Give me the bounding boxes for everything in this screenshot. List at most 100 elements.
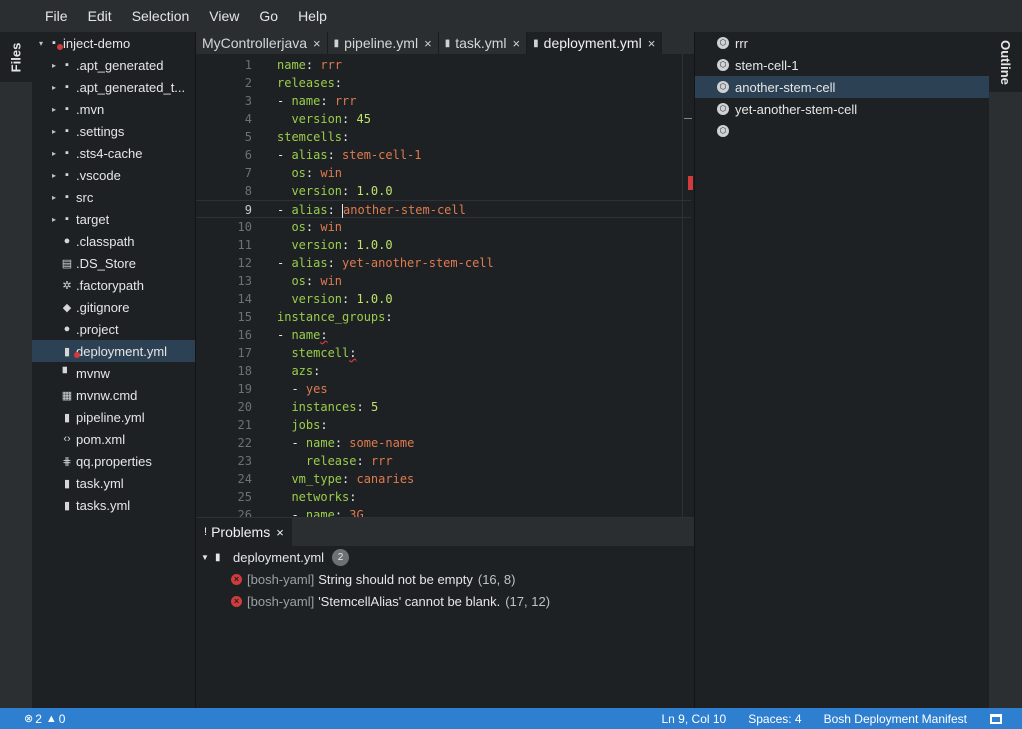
close-icon[interactable]: ×: [513, 36, 521, 51]
yaml-value: yet-another-stem-cell: [342, 256, 494, 270]
layout-toggle-icon[interactable]: [990, 713, 1002, 724]
menu-go[interactable]: Go: [249, 0, 288, 32]
code-line[interactable]: 25 networks:: [196, 488, 694, 506]
code-text: - alias: stem-cell-1: [252, 146, 422, 164]
code-line[interactable]: 19 - yes: [196, 380, 694, 398]
code-line[interactable]: 14 version: 1.0.0: [196, 290, 694, 308]
menu-help[interactable]: Help: [288, 0, 337, 32]
tree-item[interactable]: ▸ ▪ .sts4-cache: [32, 142, 195, 164]
problems-tab[interactable]: ! Problems ×: [196, 518, 292, 546]
close-icon[interactable]: ×: [648, 36, 656, 51]
tab-mycontrollerjava[interactable]: MyControllerjava ×: [196, 32, 328, 54]
tab-task-yml[interactable]: ▮ task.yml ×: [439, 32, 528, 54]
tree-item[interactable]: ▸ ▪ .mvn: [32, 98, 195, 120]
code-line[interactable]: 5 stemcells:: [196, 128, 694, 146]
line-number: 8: [244, 184, 252, 198]
problem-file-row[interactable]: ▼ ▮ deployment.yml 2: [196, 546, 694, 568]
outline-item[interactable]: ⬡ stem-cell-1: [695, 54, 989, 76]
tree-item[interactable]: ▮ task.yml: [32, 472, 195, 494]
outline-item[interactable]: ⬡ rrr: [695, 32, 989, 54]
tree-item[interactable]: ▸ ▪ .vscode: [32, 164, 195, 186]
close-icon[interactable]: ×: [313, 36, 321, 51]
code-line[interactable]: 3- name: rrr: [196, 92, 694, 110]
code-line[interactable]: 17 stemcell:: [196, 344, 694, 362]
code-line[interactable]: 4 version: 45: [196, 110, 694, 128]
outline-panel-tab[interactable]: Outline: [989, 32, 1022, 92]
chevron-down-icon[interactable]: ▼: [201, 553, 215, 562]
tree-item[interactable]: ▾ ▪ inject-demo: [32, 32, 195, 54]
chevron-right-icon[interactable]: ▸: [48, 83, 60, 92]
code-line[interactable]: 13 os: win: [196, 272, 694, 290]
tree-item[interactable]: ● .project: [32, 318, 195, 340]
menu-file[interactable]: File: [35, 0, 78, 32]
cursor-position[interactable]: Ln 9, Col 10: [651, 712, 738, 726]
menu-edit[interactable]: Edit: [78, 0, 122, 32]
tree-item[interactable]: ▸ ▪ .settings: [32, 120, 195, 142]
chevron-right-icon[interactable]: ▸: [48, 193, 60, 202]
tree-item[interactable]: ⋕ qq.properties: [32, 450, 195, 472]
code-line[interactable]: 11 version: 1.0.0: [196, 236, 694, 254]
line-number: 10: [237, 220, 252, 234]
tree-item[interactable]: ‹› pom.xml: [32, 428, 195, 450]
menu-view[interactable]: View: [199, 0, 249, 32]
tree-item[interactable]: ▮ pipeline.yml: [32, 406, 195, 428]
code-line[interactable]: 6- alias: stem-cell-1: [196, 146, 694, 164]
code-line[interactable]: 8 version: 1.0.0: [196, 182, 694, 200]
chevron-right-icon[interactable]: ▸: [48, 127, 60, 136]
ruler-error-marker[interactable]: [688, 176, 693, 190]
tree-item[interactable]: ▮ tasks.yml: [32, 494, 195, 516]
problem-entry[interactable]: × [bosh-yaml] 'StemcellAlias' cannot be bl…: [196, 590, 694, 612]
tree-item[interactable]: ▸ ▪ .apt_generated: [32, 54, 195, 76]
tree-item-label: pipeline.yml: [76, 409, 145, 425]
close-icon[interactable]: ×: [276, 525, 284, 540]
code-line[interactable]: 18 azs:: [196, 362, 694, 380]
tree-item[interactable]: ▸ ▪ src: [32, 186, 195, 208]
code-line[interactable]: 21 jobs:: [196, 416, 694, 434]
code-line[interactable]: 9- alias: another-stem-cell: [196, 200, 691, 218]
tree-item[interactable]: ▤ .DS_Store: [32, 252, 195, 274]
code-line[interactable]: 22 - name: some-name: [196, 434, 694, 452]
chevron-down-icon[interactable]: ▾: [35, 39, 47, 48]
tree-item[interactable]: ▸ ▪ .apt_generated_t...: [32, 76, 195, 98]
tree-item[interactable]: ▸ ▪ target: [32, 208, 195, 230]
code-line[interactable]: 20 instances: 5: [196, 398, 694, 416]
tab-pipeline-yml[interactable]: ▮ pipeline.yml ×: [328, 32, 439, 54]
code-line[interactable]: 7 os: win: [196, 164, 694, 182]
tree-item[interactable]: ◆ .gitignore: [32, 296, 195, 318]
outline-item[interactable]: ⬡: [695, 120, 989, 142]
chevron-right-icon[interactable]: ▸: [48, 105, 60, 114]
tree-item[interactable]: ▘ mvnw: [32, 362, 195, 384]
outline-item[interactable]: ⬡ another-stem-cell: [695, 76, 989, 98]
chevron-right-icon[interactable]: ▸: [48, 171, 60, 180]
code-line[interactable]: 12- alias: yet-another-stem-cell: [196, 254, 694, 272]
code-line[interactable]: 24 vm_type: canaries: [196, 470, 694, 488]
problem-summary[interactable]: ⊗ 2 ▲ 0: [0, 712, 65, 726]
tree-item[interactable]: ▮ deployment.yml: [32, 340, 195, 362]
code-line[interactable]: 1 name: rrr: [196, 56, 694, 74]
code-line[interactable]: 23 release: rrr: [196, 452, 694, 470]
tree-item[interactable]: ▦ mvnw.cmd: [32, 384, 195, 406]
chevron-right-icon[interactable]: ▸: [48, 215, 60, 224]
tree-item[interactable]: ● .classpath: [32, 230, 195, 252]
code-line[interactable]: 26 - name: 3G: [196, 506, 694, 517]
outline-item[interactable]: ⬡ yet-another-stem-cell: [695, 98, 989, 120]
chevron-right-icon[interactable]: ▸: [48, 149, 60, 158]
code-line[interactable]: 10 os: win: [196, 218, 694, 236]
code-line[interactable]: 2 releases:: [196, 74, 694, 92]
tab-deployment-yml[interactable]: ▮ deployment.yml ×: [527, 32, 663, 54]
symbol-icon: ⬡: [717, 59, 729, 71]
overview-ruler[interactable]: [682, 54, 694, 517]
indentation-setting[interactable]: Spaces: 4: [737, 712, 812, 726]
tree-item[interactable]: ✲ .factorypath: [32, 274, 195, 296]
language-mode[interactable]: Bosh Deployment Manifest: [813, 712, 978, 726]
list-dash: -: [291, 436, 306, 450]
problem-entry[interactable]: × [bosh-yaml] String should not be empty (1…: [196, 568, 694, 590]
yaml-key: stemcell: [291, 346, 350, 360]
chevron-right-icon[interactable]: ▸: [48, 61, 60, 70]
code-line[interactable]: 15 instance_groups:: [196, 308, 694, 326]
menu-selection[interactable]: Selection: [122, 0, 200, 32]
code-line[interactable]: 16- name:: [196, 326, 694, 344]
close-icon[interactable]: ×: [424, 36, 432, 51]
files-panel-tab[interactable]: Files: [0, 32, 32, 82]
code-editor[interactable]: 1 name: rrr 2 releases: 3- name: rrr 4 versio…: [196, 54, 694, 517]
